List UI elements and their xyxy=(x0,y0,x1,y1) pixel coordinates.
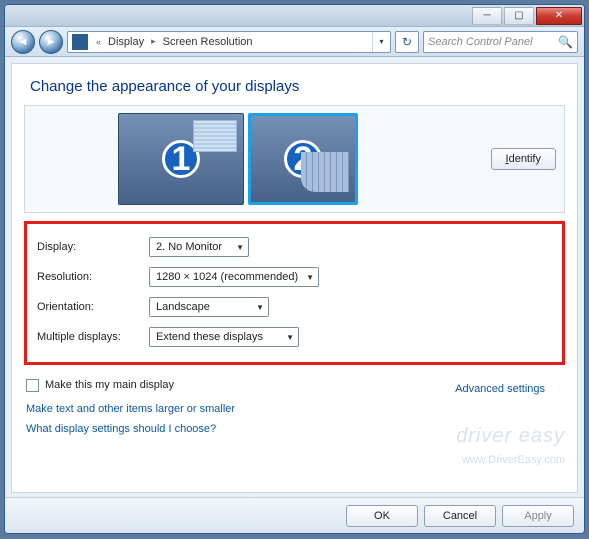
display-value: 2. No Monitor xyxy=(156,241,222,253)
nav-back-button[interactable]: ◄ xyxy=(11,30,35,54)
resolution-combo[interactable]: 1280 × 1024 (recommended) ▼ xyxy=(149,267,319,287)
monitor-2[interactable]: 2 xyxy=(248,113,358,205)
breadcrumb[interactable]: « Display ▸ Screen Resolution ▾ xyxy=(67,31,391,53)
monitor2-grid-icon xyxy=(301,152,349,192)
chevron-down-icon: ▼ xyxy=(236,243,244,252)
identify-button[interactable]: Identify xyxy=(491,148,556,170)
multiple-displays-row: Multiple displays: Extend these displays… xyxy=(37,322,552,352)
chevron-left-icon: « xyxy=(96,37,101,47)
search-icon: 🔍 xyxy=(558,35,573,49)
chevron-right-icon: ▸ xyxy=(151,36,156,47)
monitor1-window-icon xyxy=(193,120,237,152)
display-preview: 1 2 Identify xyxy=(24,105,565,213)
orientation-value: Landscape xyxy=(156,301,210,313)
control-panel-icon xyxy=(72,34,88,50)
advanced-settings-link[interactable]: Advanced settings xyxy=(455,383,549,395)
chevron-down-icon: ▼ xyxy=(306,273,314,282)
orientation-label: Orientation: xyxy=(37,301,149,313)
resolution-row: Resolution: 1280 × 1024 (recommended) ▼ xyxy=(37,262,552,292)
search-placeholder: Search Control Panel xyxy=(428,36,533,48)
dpi-link[interactable]: Make text and other items larger or smal… xyxy=(26,403,563,415)
main-display-checkbox[interactable] xyxy=(26,379,39,392)
address-dropdown-button[interactable]: ▾ xyxy=(372,32,390,52)
sub-watermark: www.DriverEasy.com xyxy=(462,454,565,466)
display-row: Display: 2. No Monitor ▼ xyxy=(37,232,552,262)
orientation-row: Orientation: Landscape ▼ xyxy=(37,292,552,322)
resolution-label: Resolution: xyxy=(37,271,149,283)
breadcrumb-display[interactable]: Display xyxy=(105,36,147,48)
chevron-down-icon: ▼ xyxy=(256,303,264,312)
search-input[interactable]: Search Control Panel 🔍 xyxy=(423,31,578,53)
ok-button[interactable]: OK xyxy=(346,505,418,527)
page-title: Change the appearance of your displays xyxy=(30,78,577,95)
minimize-button[interactable]: ─ xyxy=(472,7,502,25)
main-display-label: Make this my main display xyxy=(45,379,174,391)
refresh-button[interactable]: ↻ xyxy=(395,31,419,53)
help-link[interactable]: What display settings should I choose? xyxy=(26,423,563,435)
orientation-combo[interactable]: Landscape ▼ xyxy=(149,297,269,317)
breadcrumb-screen-resolution[interactable]: Screen Resolution xyxy=(160,36,256,48)
nav-forward-button[interactable]: ► xyxy=(39,30,63,54)
multiple-displays-value: Extend these displays xyxy=(156,331,263,343)
monitors-box[interactable]: 1 2 xyxy=(115,110,361,208)
close-button[interactable]: ✕ xyxy=(536,7,582,25)
titlebar: ─ ▢ ✕ xyxy=(5,5,584,27)
cancel-button[interactable]: Cancel xyxy=(424,505,496,527)
content-pane: Change the appearance of your displays 1… xyxy=(11,63,578,493)
settings-highlight-box: Display: 2. No Monitor ▼ Resolution: 128… xyxy=(24,221,565,365)
multiple-displays-label: Multiple displays: xyxy=(37,331,149,343)
address-bar: ◄ ► « Display ▸ Screen Resolution ▾ ↻ Se… xyxy=(5,27,584,57)
multiple-displays-combo[interactable]: Extend these displays ▼ xyxy=(149,327,299,347)
apply-button[interactable]: Apply xyxy=(502,505,574,527)
display-label: Display: xyxy=(37,241,149,253)
window: ─ ▢ ✕ ◄ ► « Display ▸ Screen Resolution … xyxy=(4,4,585,534)
chevron-down-icon: ▼ xyxy=(286,333,294,342)
monitor-1[interactable]: 1 xyxy=(118,113,244,205)
maximize-button[interactable]: ▢ xyxy=(504,7,534,25)
display-combo[interactable]: 2. No Monitor ▼ xyxy=(149,237,249,257)
resolution-value: 1280 × 1024 (recommended) xyxy=(156,271,298,283)
dialog-button-bar: OK Cancel Apply xyxy=(5,497,584,533)
main-display-row: Make this my main display Advanced setti… xyxy=(26,375,563,395)
